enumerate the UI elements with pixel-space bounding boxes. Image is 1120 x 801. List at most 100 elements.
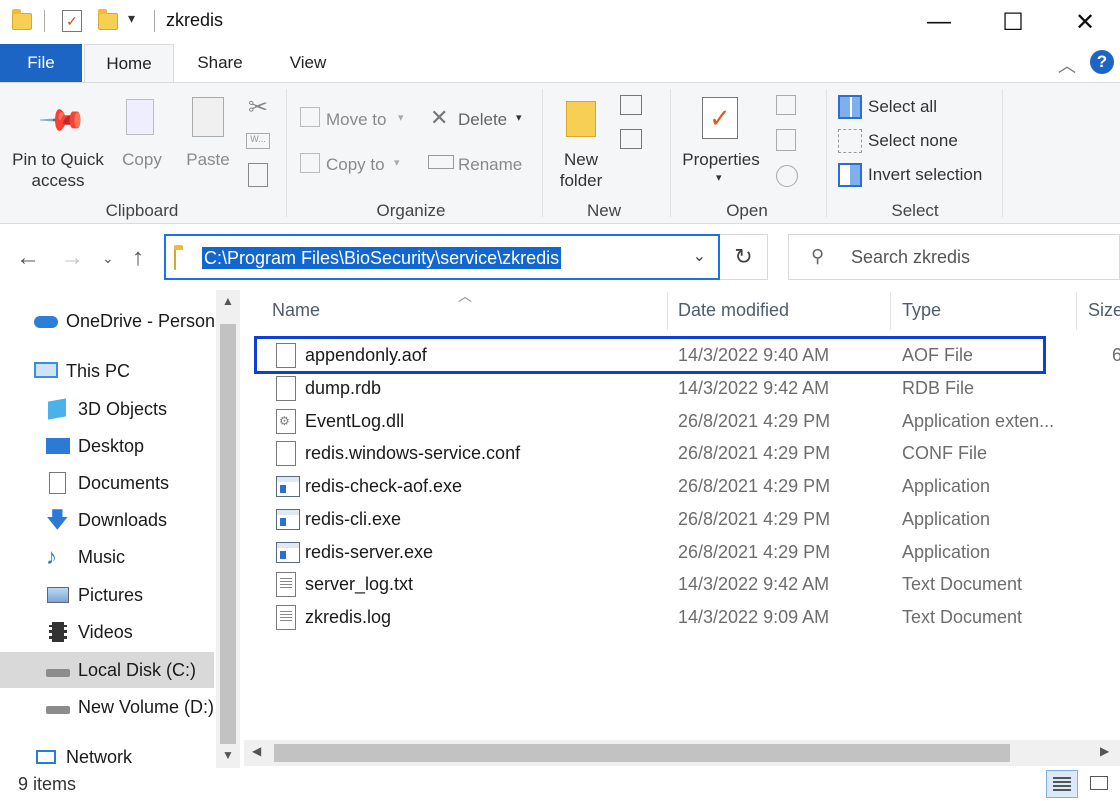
nav-item-this-pc[interactable]: This PC: [34, 354, 130, 388]
file-row[interactable]: server_log.txt 14/3/2022 9:42 AM Text Do…: [244, 568, 1120, 601]
large-icons-view-button[interactable]: [1086, 772, 1112, 796]
invert-selection-icon: [838, 163, 862, 187]
address-bar[interactable]: C:\Program Files\BioSecurity\service\zkr…: [164, 234, 720, 280]
nav-item-documents[interactable]: Documents: [46, 466, 169, 500]
new-item-icon[interactable]: [620, 95, 642, 115]
copy-path-icon[interactable]: W...: [246, 133, 270, 149]
cut-icon[interactable]: ✂: [248, 93, 268, 122]
properties-button[interactable]: Properties: [678, 149, 764, 170]
copy-to-button[interactable]: Copy to: [326, 154, 385, 175]
nav-item-local-disk-c[interactable]: Local Disk (C:): [46, 653, 196, 687]
group-separator: [1002, 89, 1003, 217]
music-icon: ♪: [46, 544, 57, 569]
column-separator[interactable]: [1076, 292, 1077, 330]
nav-item-downloads[interactable]: 🡇 Downloads: [46, 503, 167, 537]
navigation-bar: ← → ⌄ ↑ C:\Program Files\BioSecurity\ser…: [0, 224, 1120, 290]
nav-item-videos[interactable]: Videos: [46, 615, 133, 649]
select-all-button[interactable]: Select all: [868, 96, 937, 117]
nav-item-label: Pictures: [78, 584, 144, 605]
open-icon[interactable]: [776, 95, 796, 115]
invert-selection-button[interactable]: Invert selection: [868, 164, 982, 185]
cloud-icon: [34, 310, 58, 332]
refresh-button[interactable]: ↻: [720, 234, 768, 280]
group-label-clipboard: Clipboard: [105, 201, 179, 220]
horizontal-scrollbar[interactable]: ◀ ▶: [244, 740, 1120, 766]
nav-item-desktop[interactable]: Desktop: [46, 429, 144, 463]
file-date: 14/3/2022 9:42 AM: [678, 574, 830, 594]
file-row[interactable]: dump.rdb 14/3/2022 9:42 AM RDB File: [244, 372, 1120, 405]
easy-access-icon[interactable]: [620, 129, 642, 149]
pin-to-quick-access-button[interactable]: Pin to Quick access: [4, 149, 112, 191]
nav-item-3d-objects[interactable]: 3D Objects: [46, 392, 167, 426]
scroll-right-icon[interactable]: ▶: [1100, 744, 1109, 758]
nav-item-label: Downloads: [78, 509, 168, 530]
nav-item-pictures[interactable]: Pictures: [46, 578, 143, 612]
new-folder-quick-icon[interactable]: [98, 8, 118, 34]
close-button[interactable]: ✕: [1056, 0, 1114, 44]
document-icon: [46, 472, 70, 494]
nav-item-label: New Volume (D:): [78, 696, 215, 717]
file-row[interactable]: zkredis.log 14/3/2022 9:09 AM Text Docum…: [244, 601, 1120, 634]
details-view-button[interactable]: [1046, 770, 1078, 798]
up-button[interactable]: ↑: [132, 244, 144, 272]
group-separator: [670, 89, 671, 217]
recent-locations-button[interactable]: ⌄: [102, 250, 114, 267]
help-icon[interactable]: ?: [1090, 50, 1114, 74]
tab-share[interactable]: Share: [184, 44, 256, 82]
address-path[interactable]: C:\Program Files\BioSecurity\service\zkr…: [202, 247, 562, 269]
scrollbar-thumb[interactable]: [274, 744, 1010, 762]
column-header-date-modified[interactable]: Date modified: [678, 300, 789, 321]
back-button[interactable]: ←: [16, 244, 40, 272]
nav-item-onedrive[interactable]: OneDrive - Person: [34, 304, 215, 338]
file-row[interactable]: EventLog.dll 26/8/2021 4:29 PM Applicati…: [244, 405, 1120, 438]
paste-shortcut-icon[interactable]: [248, 163, 268, 187]
text-file-icon: [276, 605, 296, 630]
rename-button[interactable]: Rename: [458, 154, 522, 175]
column-header-size[interactable]: Size: [1088, 300, 1120, 321]
nav-item-music[interactable]: ♪ Music: [46, 540, 125, 574]
file-type: Text Document: [902, 607, 1023, 627]
chevron-up-icon[interactable]: ︿: [1058, 52, 1076, 78]
chevron-down-icon: ▾: [516, 112, 522, 124]
file-type: Application: [902, 476, 991, 496]
group-label-open: Open: [726, 201, 768, 220]
scrollbar-thumb[interactable]: [220, 324, 236, 744]
tab-home[interactable]: Home: [84, 44, 174, 83]
rename-icon: [428, 155, 454, 169]
paste-button[interactable]: Paste: [180, 149, 236, 170]
forward-button[interactable]: →: [60, 244, 84, 272]
select-none-button[interactable]: Select none: [868, 130, 958, 151]
item-count: 9 items: [18, 774, 77, 794]
column-header-type[interactable]: Type: [902, 300, 941, 321]
exe-icon: [276, 476, 300, 497]
scroll-up-icon[interactable]: ▲: [222, 294, 234, 308]
file-row[interactable]: redis-cli.exe 26/8/2021 4:29 PM Applicat…: [244, 503, 1120, 536]
divider: [154, 10, 155, 32]
edit-icon[interactable]: [776, 129, 796, 151]
tab-view[interactable]: View: [276, 44, 340, 82]
chevron-down-icon[interactable]: ▾: [128, 10, 135, 27]
chevron-down-icon[interactable]: ⌄: [693, 246, 706, 266]
file-row[interactable]: redis-server.exe 26/8/2021 4:29 PM Appli…: [244, 536, 1120, 569]
nav-item-new-volume-d[interactable]: New Volume (D:): [46, 690, 214, 724]
minimize-button[interactable]: —: [910, 0, 968, 44]
copy-button[interactable]: Copy: [116, 149, 168, 170]
scroll-left-icon[interactable]: ◀: [252, 744, 261, 758]
file-row[interactable]: redis-check-aof.exe 26/8/2021 4:29 PM Ap…: [244, 470, 1120, 503]
scroll-down-icon[interactable]: ▼: [222, 748, 234, 762]
navigation-pane-scrollbar[interactable]: ▲ ▼: [216, 290, 240, 768]
delete-button[interactable]: Delete: [458, 109, 507, 130]
copy-to-icon: [300, 153, 320, 173]
column-separator[interactable]: [890, 292, 891, 330]
search-box[interactable]: ⚲ Search zkredis: [788, 234, 1120, 280]
properties-quick-icon[interactable]: ✓: [62, 10, 82, 32]
column-header-name[interactable]: Name: [272, 300, 320, 321]
column-separator[interactable]: [667, 292, 668, 330]
file-row[interactable]: redis.windows-service.conf 26/8/2021 4:2…: [244, 437, 1120, 470]
move-to-button[interactable]: Move to: [326, 109, 386, 130]
history-icon[interactable]: [776, 165, 798, 187]
tab-file[interactable]: File: [0, 44, 82, 82]
new-folder-button[interactable]: New folder: [548, 149, 614, 191]
file-icon: [276, 441, 296, 466]
maximize-button[interactable]: ☐: [984, 0, 1042, 44]
